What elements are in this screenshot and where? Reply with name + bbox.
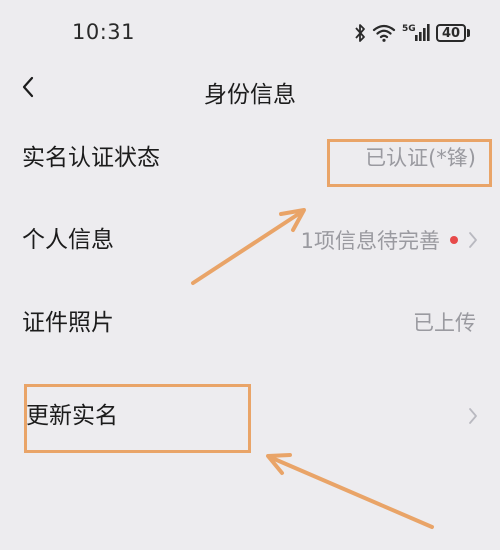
signal-icon: 5G [402, 22, 430, 44]
row-value: 1项信息待完善 [300, 229, 440, 253]
row-value-group [468, 376, 478, 456]
page-title: 身份信息 [204, 82, 296, 108]
status-bar: 10:31 5G 40 [0, 0, 500, 64]
notification-dot [450, 236, 458, 244]
row-value: 已认证(*锋) [365, 146, 476, 170]
row-label: 证件照片 [22, 310, 114, 336]
row-value-group: 1项信息待完善 [301, 200, 478, 280]
bluetooth-icon [354, 23, 366, 43]
battery-level: 40 [436, 24, 466, 42]
row-id-photo: 证件照片 已上传 [0, 283, 500, 363]
chevron-right-icon [468, 407, 478, 425]
row-label: 实名认证状态 [22, 145, 160, 171]
row-value: 已上传 [413, 311, 476, 335]
row-label: 更新实名 [26, 403, 118, 429]
row-label: 个人信息 [22, 227, 114, 253]
arrow-annotation-lower [266, 453, 434, 529]
battery-icon: 40 [436, 24, 470, 42]
chevron-right-icon [468, 231, 478, 249]
row-personal-info[interactable]: 个人信息 1项信息待完善 [0, 200, 500, 280]
row-update-real-name[interactable]: 更新实名 [0, 376, 500, 456]
status-time: 10:31 [72, 20, 136, 44]
wifi-icon [372, 23, 396, 43]
row-verification-status: 实名认证状态 已认证(*锋) [0, 118, 500, 198]
network-type: 5G [402, 24, 416, 34]
nav-bar: 身份信息 [0, 64, 500, 114]
status-icons: 5G 40 [354, 20, 470, 46]
